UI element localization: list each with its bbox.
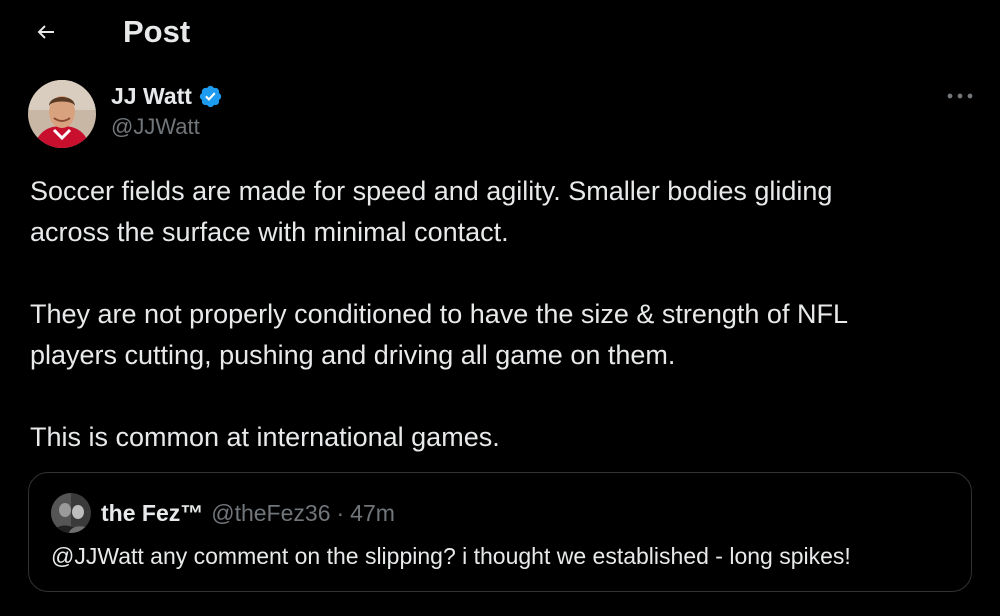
quoted-tweet-card[interactable]: the Fez™ @theFez36 · 47m @JJWatt any com… xyxy=(28,472,972,592)
more-button[interactable] xyxy=(940,84,980,108)
quote-header: the Fez™ @theFez36 · 47m xyxy=(101,495,395,531)
author-avatar[interactable] xyxy=(28,80,96,148)
quote-author-name: the Fez™ xyxy=(101,500,204,526)
tweet-paragraph: This is common at international games. xyxy=(30,422,500,452)
author-handle[interactable]: @JJWatt xyxy=(111,114,223,140)
author-info: JJ Watt @JJWatt xyxy=(111,80,223,140)
quote-avatar-image xyxy=(51,493,91,533)
author-name-row: JJ Watt xyxy=(111,80,223,112)
more-horizontal-icon xyxy=(947,93,973,99)
quote-separator: · xyxy=(336,500,345,526)
verified-badge-icon xyxy=(199,85,222,107)
tweet-paragraph: They are not properly conditioned to hav… xyxy=(30,299,848,370)
arrow-left-icon xyxy=(37,25,54,39)
quote-text: @JJWatt any comment on the slipping? i t… xyxy=(51,543,851,569)
top-bar: Post xyxy=(0,0,1000,66)
author-name[interactable]: JJ Watt xyxy=(111,83,192,110)
quote-author-avatar xyxy=(51,493,91,533)
quote-author-handle: @theFez36 xyxy=(211,500,331,526)
back-button[interactable] xyxy=(26,12,66,52)
tweet-text: Soccer fields are made for speed and agi… xyxy=(30,171,970,499)
tweet-paragraph: Soccer fields are made for speed and agi… xyxy=(30,176,833,247)
page-title: Post xyxy=(123,14,191,49)
avatar-image xyxy=(28,80,96,148)
quote-timestamp: 47m xyxy=(350,500,395,526)
